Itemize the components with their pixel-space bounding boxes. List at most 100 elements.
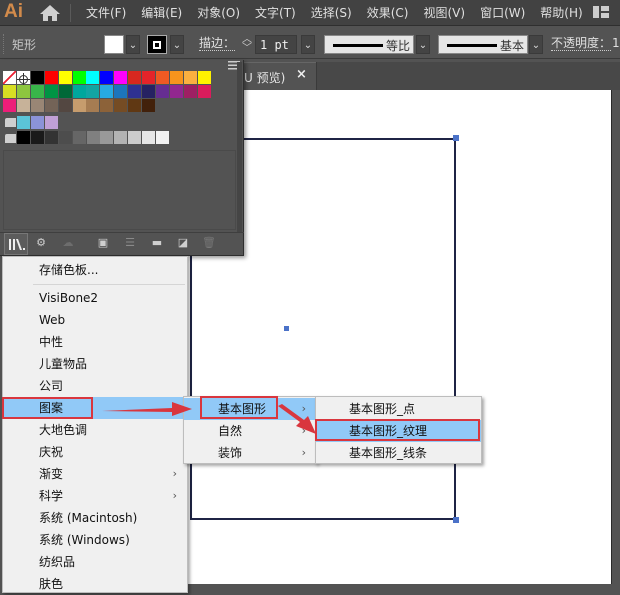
color-swatch[interactable] [72, 84, 86, 98]
stroke-weight-input[interactable]: 1 pt [255, 35, 297, 54]
gray-swatch[interactable] [86, 131, 100, 144]
swatch-kind-icon[interactable]: ⚙ [34, 236, 48, 250]
center-point[interactable] [284, 326, 289, 331]
opacity-value[interactable]: 1 [612, 36, 620, 50]
menu-file[interactable]: 文件(F) [86, 4, 126, 21]
panel-scrollbar[interactable] [237, 62, 242, 232]
menu-item[interactable]: 系统 (Windows) [3, 529, 187, 551]
color-swatch[interactable] [16, 98, 30, 112]
menu-object[interactable]: 对象(O) [197, 4, 240, 21]
color-swatch[interactable] [44, 98, 58, 112]
menu-item[interactable]: 科学 › [3, 485, 187, 507]
menu-item[interactable]: 儿童物品 [3, 353, 187, 375]
stroke-weight-dropdown-chevron-icon[interactable]: ⌄ [301, 35, 315, 54]
gray-swatch[interactable] [156, 131, 169, 144]
color-swatch[interactable] [72, 71, 86, 84]
document-tab-title[interactable]: U 预览) [244, 69, 285, 86]
grayscale-group-folder-icon[interactable] [5, 134, 16, 143]
none-swatch[interactable] [3, 71, 16, 84]
menu-item[interactable]: 纺织品 [3, 551, 187, 573]
color-swatch[interactable] [30, 98, 44, 112]
group-swatch[interactable] [30, 116, 44, 129]
color-swatch[interactable] [72, 98, 86, 112]
show-swatch-kinds-icon[interactable]: ▣ [96, 236, 110, 250]
color-swatch[interactable] [86, 98, 100, 112]
color-swatch[interactable] [58, 98, 72, 112]
fill-dropdown-chevron-icon[interactable]: ⌄ [126, 35, 140, 54]
menu-item[interactable]: 基本图形_线条 [316, 442, 481, 464]
menu-item[interactable]: 存储色板... [3, 259, 187, 281]
menu-item[interactable]: 基本图形_点 [316, 398, 481, 420]
color-swatch[interactable] [128, 71, 142, 84]
color-swatch[interactable] [58, 84, 72, 98]
color-swatch[interactable] [30, 84, 44, 98]
brush-definition-select[interactable]: 基本 [438, 35, 528, 54]
color-swatch[interactable] [100, 98, 114, 112]
gray-swatch[interactable] [44, 131, 58, 144]
stroke-weight-spinner-icon[interactable]: ︿ ﹀ [240, 35, 254, 54]
menu-item[interactable]: 大地色调 [3, 419, 187, 441]
new-swatch-icon[interactable]: ◪ [176, 236, 190, 250]
color-swatch[interactable] [155, 84, 169, 98]
gray-swatch[interactable] [58, 131, 72, 144]
swatch-libraries-menu-button[interactable] [4, 233, 28, 255]
gray-swatch[interactable] [114, 131, 128, 144]
menu-type[interactable]: 文字(T) [255, 4, 296, 21]
stroke-color-swatch[interactable] [147, 35, 167, 54]
color-swatch[interactable] [114, 84, 128, 98]
color-swatch[interactable] [114, 98, 128, 112]
menu-select[interactable]: 选择(S) [311, 4, 352, 21]
menu-item[interactable]: 公司 [3, 375, 187, 397]
fill-color-swatch[interactable] [104, 35, 124, 54]
menu-item[interactable]: 庆祝 [3, 441, 187, 463]
stroke-dropdown-chevron-icon[interactable]: ⌄ [170, 35, 184, 54]
gray-swatch[interactable] [72, 131, 86, 144]
workspace-layout-icon[interactable] [593, 6, 609, 18]
color-swatch[interactable] [128, 84, 142, 98]
group-swatch[interactable] [44, 116, 58, 129]
opacity-label[interactable]: 不透明度： [551, 37, 612, 51]
swatch-options-icon[interactable]: ☰ [123, 236, 137, 250]
color-swatch[interactable] [100, 71, 114, 84]
menu-item[interactable]: 渐变 › [3, 463, 187, 485]
color-swatch[interactable] [86, 84, 100, 98]
color-swatch[interactable] [197, 71, 211, 84]
color-swatch[interactable] [197, 84, 211, 98]
color-swatch[interactable] [3, 98, 16, 112]
gray-swatch[interactable] [100, 131, 114, 144]
gray-swatch[interactable] [17, 131, 30, 144]
menu-item[interactable]: VisiBone2 [3, 287, 187, 309]
color-swatch[interactable] [44, 84, 58, 98]
color-swatch[interactable] [16, 84, 30, 98]
color-swatch[interactable] [100, 84, 114, 98]
group-swatch[interactable] [17, 116, 30, 129]
registration-swatch[interactable] [16, 71, 30, 86]
gray-swatch[interactable] [128, 131, 142, 144]
grip-handle[interactable] [3, 34, 6, 54]
color-swatch[interactable] [114, 71, 128, 84]
menu-effect[interactable]: 效果(C) [367, 4, 409, 21]
color-swatch[interactable] [169, 71, 183, 84]
anchor-point-top-right[interactable] [453, 135, 459, 141]
color-swatch[interactable] [58, 71, 72, 84]
color-swatch[interactable] [86, 71, 100, 84]
new-color-group-icon[interactable]: ▬ [150, 236, 164, 250]
color-swatch[interactable] [155, 71, 169, 84]
close-tab-icon[interactable]: × [296, 67, 307, 82]
menu-item[interactable]: 肤色 [3, 573, 187, 595]
delete-swatch-icon[interactable]: 🗑 [202, 236, 216, 250]
menu-help[interactable]: 帮助(H) [540, 4, 582, 21]
menu-view[interactable]: 视图(V) [423, 4, 465, 21]
stroke-label[interactable]: 描边： [199, 37, 236, 51]
gray-swatch[interactable] [30, 131, 44, 144]
menu-item[interactable]: 装饰 › [184, 442, 316, 464]
color-swatch[interactable] [183, 84, 197, 98]
brush-dropdown-chevron-icon[interactable]: ⌄ [529, 35, 543, 54]
menu-item[interactable]: Web [3, 309, 187, 331]
color-swatch[interactable] [3, 84, 16, 98]
color-swatch[interactable] [142, 84, 155, 98]
menu-item[interactable]: 系统 (Macintosh) [3, 507, 187, 529]
color-swatch[interactable] [30, 71, 44, 84]
menu-edit[interactable]: 编辑(E) [141, 4, 182, 21]
profile-dropdown-chevron-icon[interactable]: ⌄ [416, 35, 430, 54]
